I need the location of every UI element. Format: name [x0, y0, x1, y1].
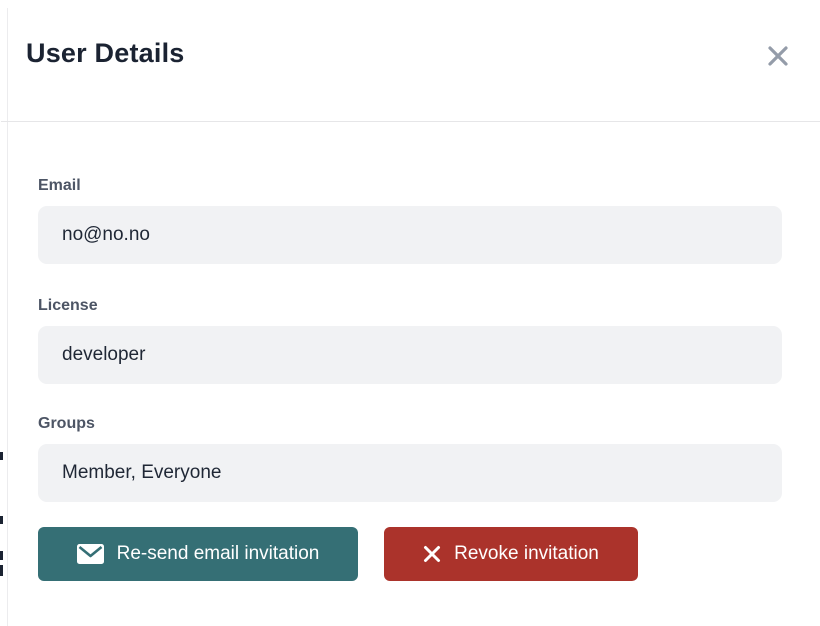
- email-field-label: Email: [38, 177, 81, 195]
- groups-field[interactable]: Member, Everyone: [38, 444, 782, 502]
- x-icon: [423, 545, 441, 563]
- license-field[interactable]: developer: [38, 326, 782, 384]
- x-close-icon: [766, 44, 790, 68]
- resend-email-invitation-button[interactable]: Re-send email invitation: [38, 527, 358, 581]
- revoke-invitation-button[interactable]: Revoke invitation: [384, 527, 638, 581]
- email-field[interactable]: no@no.no: [38, 206, 782, 264]
- license-field-label: License: [38, 297, 98, 315]
- screen: User Details Email no@no.no License deve…: [0, 0, 820, 626]
- envelope-icon: [77, 544, 104, 564]
- revoke-button-label: Revoke invitation: [454, 543, 599, 565]
- page-title: User Details: [26, 38, 184, 69]
- groups-field-label: Groups: [38, 415, 95, 433]
- modal-content: User Details Email no@no.no License deve…: [0, 0, 820, 626]
- close-button[interactable]: [764, 42, 792, 70]
- resend-button-label: Re-send email invitation: [117, 543, 320, 565]
